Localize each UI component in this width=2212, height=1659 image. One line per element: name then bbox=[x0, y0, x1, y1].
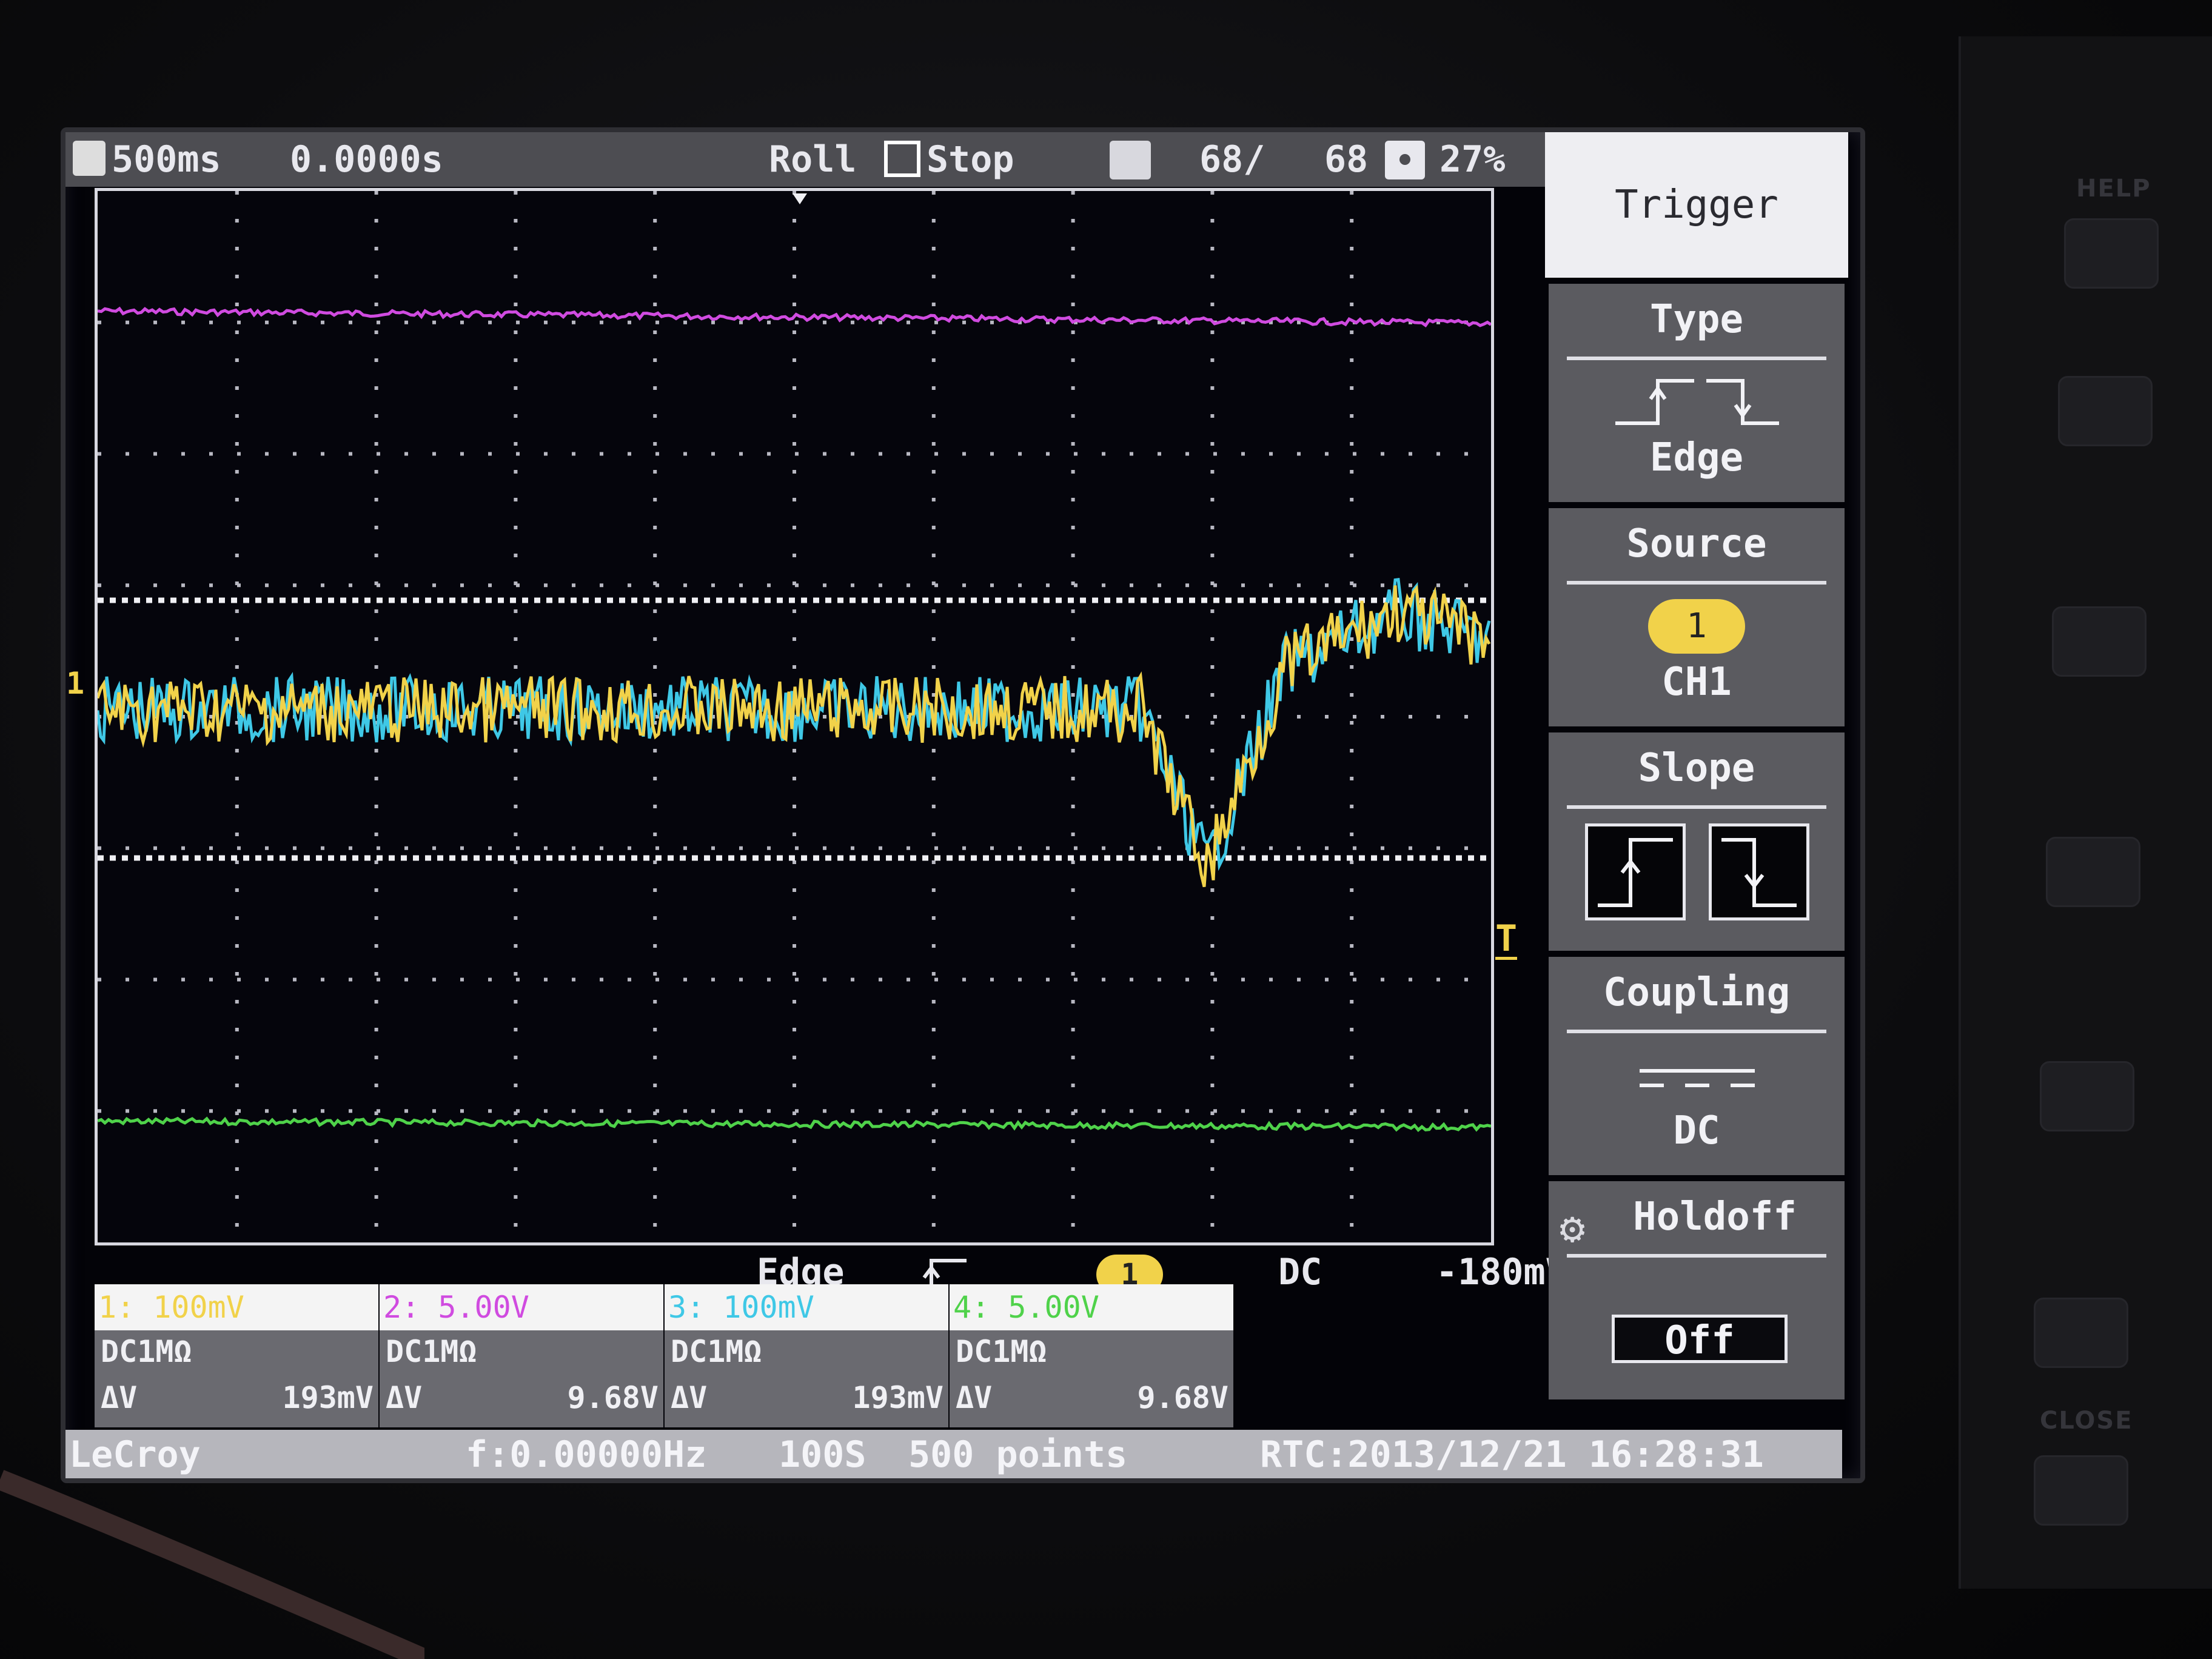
zoom-icon bbox=[1385, 141, 1425, 179]
channel-icon bbox=[73, 141, 106, 176]
ch1-dv-label: ΔV bbox=[101, 1380, 138, 1415]
source-value: CH1 bbox=[1661, 660, 1732, 705]
status-bar: 500ms 0.0000s Roll Stop 68/ 68 27% bbox=[65, 132, 1545, 187]
trigger-menu: Trigger Type Edge Source 1 CH1 Slope Cou… bbox=[1545, 132, 1848, 1424]
ch1-scale: 1: 100mV bbox=[95, 1284, 378, 1330]
trigger-slope-item[interactable]: Slope bbox=[1549, 732, 1845, 951]
record-length: 500 points bbox=[908, 1433, 1128, 1476]
dc-symbol-icon bbox=[1640, 1069, 1755, 1087]
trigger-level-marker[interactable]: T bbox=[1495, 920, 1518, 960]
delay[interactable]: 0.0000s bbox=[290, 138, 443, 181]
holdoff-label: Holdoff bbox=[1633, 1195, 1797, 1239]
ch2-coupling: DC1MΩ bbox=[386, 1334, 477, 1369]
acq-total: 68 bbox=[1324, 138, 1369, 181]
waveform-plot bbox=[98, 191, 1491, 1242]
ch1-offset-marker[interactable]: 1 bbox=[65, 666, 85, 757]
ch1-marker-label: 1 bbox=[65, 666, 85, 701]
ch4-info[interactable]: 4: 5.00V DC1MΩ ΔV 9.68V bbox=[950, 1284, 1233, 1427]
coupling-value: DC bbox=[1673, 1108, 1720, 1153]
trigger-position-marker bbox=[793, 193, 807, 204]
stop-square-icon bbox=[884, 141, 920, 177]
trigger-menu-title: Trigger bbox=[1545, 132, 1848, 278]
ch2-info[interactable]: 2: 5.00V DC1MΩ ΔV 9.68V bbox=[380, 1284, 663, 1427]
acq-count: 68/ bbox=[1199, 138, 1265, 181]
ch3-dv: 193mV bbox=[852, 1380, 943, 1415]
trigger-type-item[interactable]: Type Edge bbox=[1549, 284, 1845, 502]
bottom-status-bar: LeCroy f:0.00000Hz 100S 500 points RTC:2… bbox=[65, 1430, 1842, 1478]
ch4-trace bbox=[98, 1116, 1491, 1132]
ch1-info[interactable]: 1: 100mV DC1MΩ ΔV 193mV bbox=[95, 1284, 378, 1427]
ch4-coupling: DC1MΩ bbox=[956, 1334, 1047, 1369]
zoom-percent: 27% bbox=[1439, 138, 1506, 181]
close-label: CLOSE bbox=[2040, 1407, 2133, 1435]
menu-softkey-3[interactable] bbox=[2046, 837, 2140, 907]
ch1-coupling: DC1MΩ bbox=[101, 1334, 192, 1369]
trigger-holdoff-item[interactable]: ⚙ Holdoff Off bbox=[1549, 1181, 1845, 1399]
help-label: HELP bbox=[2076, 175, 2151, 203]
help-button[interactable] bbox=[2064, 218, 2159, 289]
menu-softkey-4[interactable] bbox=[2040, 1061, 2134, 1131]
ch1-dv: 193mV bbox=[282, 1380, 374, 1415]
menu-softkey-5[interactable] bbox=[2034, 1298, 2128, 1368]
run-state[interactable]: Stop bbox=[927, 138, 1014, 181]
menu-softkey-1[interactable] bbox=[2058, 376, 2153, 446]
scope-screen: 500ms 0.0000s Roll Stop 68/ 68 27% 1 T E… bbox=[61, 127, 1865, 1483]
rtc-clock: RTC:2013/12/21 16:28:31 bbox=[1260, 1433, 1764, 1476]
sample-rate: 100S bbox=[779, 1433, 866, 1476]
close-button[interactable] bbox=[2034, 1455, 2128, 1526]
edge-trigger-icon bbox=[1615, 379, 1779, 425]
brand-logo: LeCroy bbox=[69, 1433, 201, 1476]
holdoff-value: Off bbox=[1612, 1315, 1788, 1363]
ch2-scale: 2: 5.00V bbox=[380, 1284, 663, 1330]
type-label: Type bbox=[1649, 297, 1744, 342]
trigger-coupling-readout: DC bbox=[1278, 1251, 1322, 1293]
frequency-counter: f:0.00000Hz bbox=[466, 1433, 707, 1476]
ch3-coupling: DC1MΩ bbox=[671, 1334, 762, 1369]
front-panel-buttons: HELP CLOSE bbox=[1959, 36, 2212, 1589]
trigger-coupling-item[interactable]: Coupling DC bbox=[1549, 957, 1845, 1175]
ch3-scale: 3: 100mV bbox=[665, 1284, 948, 1330]
source-badge: 1 bbox=[1648, 599, 1745, 654]
rising-slope-icon[interactable] bbox=[1585, 823, 1686, 920]
acq-mode: Roll bbox=[769, 138, 857, 181]
source-label: Source bbox=[1626, 521, 1767, 566]
ch4-dv: 9.68V bbox=[1137, 1380, 1228, 1415]
ch3-info[interactable]: 3: 100mV DC1MΩ ΔV 193mV bbox=[665, 1284, 948, 1427]
ch4-scale: 4: 5.00V bbox=[950, 1284, 1233, 1330]
coupling-label: Coupling bbox=[1603, 970, 1791, 1015]
type-value: Edge bbox=[1649, 435, 1744, 480]
waveform-grid bbox=[95, 188, 1494, 1245]
slope-label: Slope bbox=[1638, 746, 1755, 791]
gear-icon: ⚙ bbox=[1560, 1203, 1586, 1253]
trigger-source-item[interactable]: Source 1 CH1 bbox=[1549, 508, 1845, 726]
ch3-dv-label: ΔV bbox=[671, 1380, 708, 1415]
timebase[interactable]: 500ms bbox=[112, 138, 221, 181]
channel-info-boxes: 1: 100mV DC1MΩ ΔV 193mV 2: 5.00V DC1MΩ ΔV 9.… bbox=[95, 1284, 1235, 1427]
menu-softkey-2[interactable] bbox=[2052, 606, 2147, 677]
memory-icon bbox=[1110, 141, 1151, 179]
ch2-dv: 9.68V bbox=[567, 1380, 659, 1415]
ch2-dv-label: ΔV bbox=[386, 1380, 423, 1415]
ch4-dv-label: ΔV bbox=[956, 1380, 993, 1415]
ch2-trace bbox=[98, 306, 1491, 327]
falling-slope-icon[interactable] bbox=[1709, 823, 1809, 920]
